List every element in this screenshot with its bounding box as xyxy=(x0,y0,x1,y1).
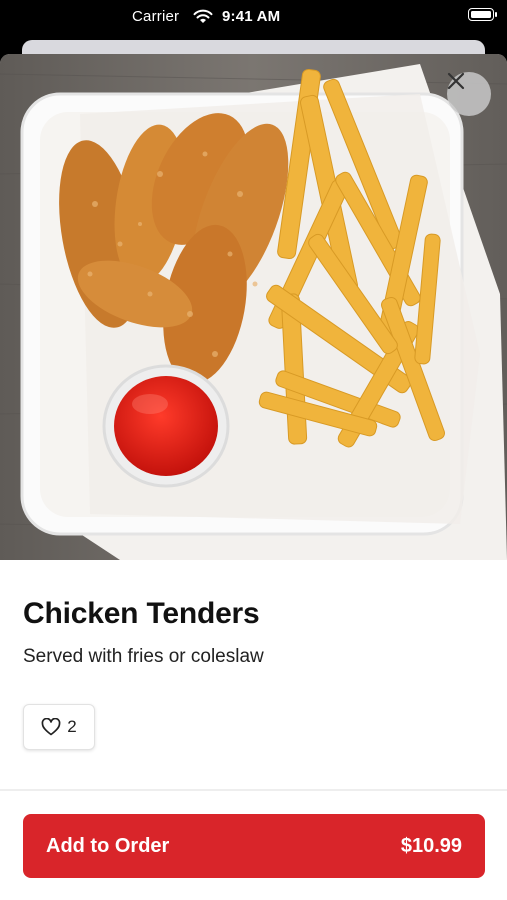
divider xyxy=(0,789,507,791)
item-title: Chicken Tenders xyxy=(23,597,260,630)
like-button[interactable]: 2 xyxy=(23,704,95,750)
battery-icon xyxy=(468,8,497,21)
item-detail-sheet: Chicken Tenders Served with fries or col… xyxy=(0,54,507,900)
add-to-order-label: Add to Order xyxy=(46,835,170,857)
wifi-icon xyxy=(193,9,213,23)
order-price: $10.99 xyxy=(400,835,462,857)
item-description: Served with fries or coleslaw xyxy=(23,646,264,667)
close-button[interactable] xyxy=(447,72,491,116)
like-count: 2 xyxy=(67,717,77,736)
close-icon xyxy=(447,72,465,90)
heart-icon xyxy=(41,718,61,736)
carrier-label: Carrier xyxy=(132,8,180,25)
clock: 9:41 AM xyxy=(222,8,281,25)
item-photo xyxy=(0,54,507,560)
status-bar: Carrier 9:41 AM xyxy=(0,0,507,36)
add-to-order-button[interactable]: Add to Order $10.99 xyxy=(23,814,485,878)
